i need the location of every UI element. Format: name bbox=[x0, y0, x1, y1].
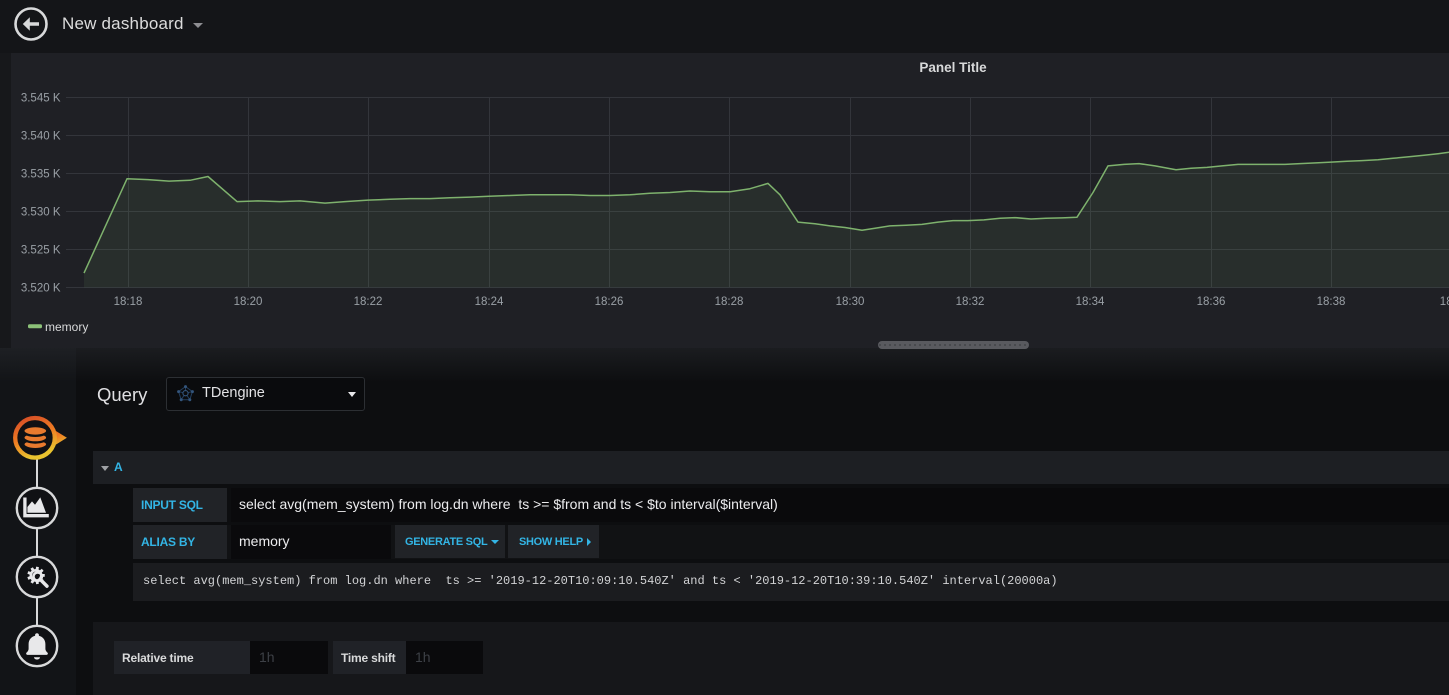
svg-text:18:38: 18:38 bbox=[1317, 296, 1346, 308]
svg-text:memory: memory bbox=[45, 320, 88, 334]
svg-text:3.530 K: 3.530 K bbox=[21, 207, 61, 219]
svg-text:18:22: 18:22 bbox=[354, 296, 383, 308]
svg-text:18:36: 18:36 bbox=[1197, 296, 1226, 308]
svg-text:18:32: 18:32 bbox=[956, 296, 985, 308]
svg-text:3.545 K: 3.545 K bbox=[21, 93, 61, 105]
svg-text:18:26: 18:26 bbox=[595, 296, 624, 308]
svg-text:18:34: 18:34 bbox=[1076, 296, 1105, 308]
svg-text:3.535 K: 3.535 K bbox=[21, 169, 61, 181]
svg-text:18:30: 18:30 bbox=[836, 296, 865, 308]
svg-text:18:28: 18:28 bbox=[715, 296, 744, 308]
svg-text:18:18: 18:18 bbox=[114, 296, 143, 308]
svg-text:18:20: 18:20 bbox=[234, 296, 263, 308]
svg-text:18:24: 18:24 bbox=[475, 296, 504, 308]
svg-text:18:4: 18:4 bbox=[1440, 296, 1449, 308]
svg-text:3.540 K: 3.540 K bbox=[21, 131, 61, 143]
svg-text:3.525 K: 3.525 K bbox=[21, 245, 61, 257]
svg-text:3.520 K: 3.520 K bbox=[21, 283, 61, 295]
